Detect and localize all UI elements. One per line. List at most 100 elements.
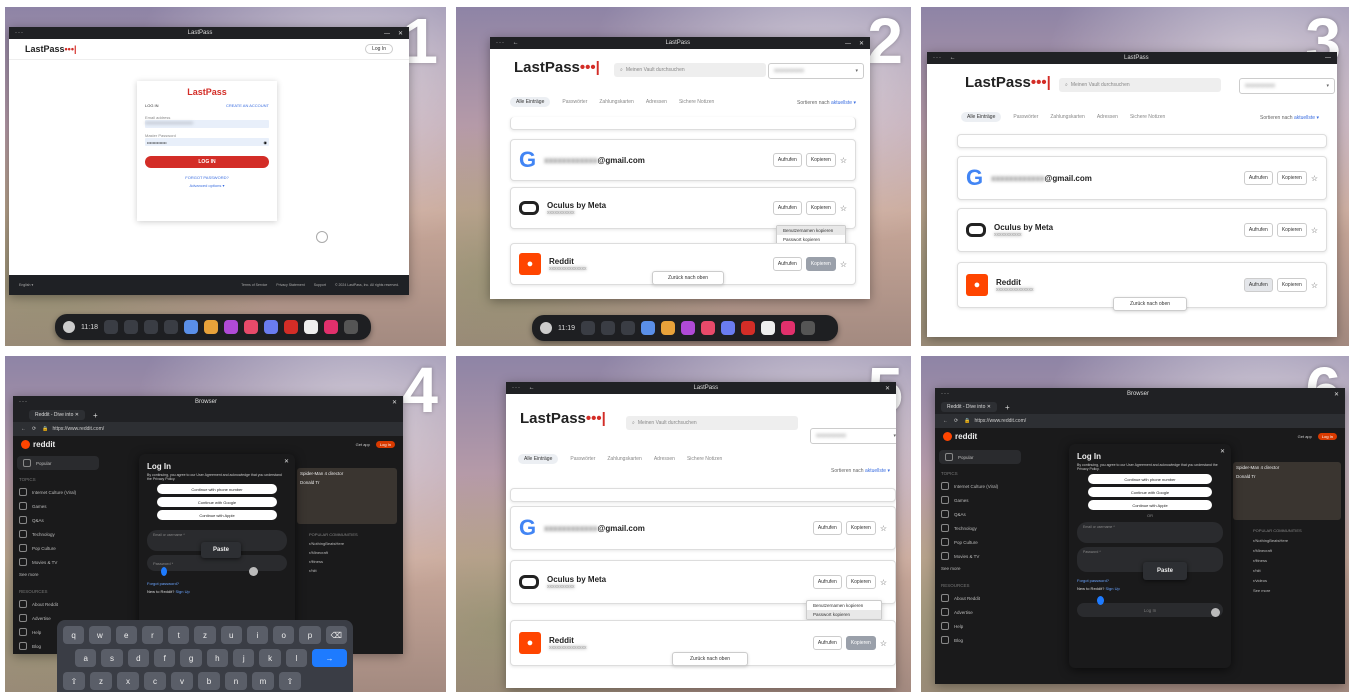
app-icon[interactable] xyxy=(244,320,258,334)
community-item[interactable]: r/fitness xyxy=(1253,558,1341,563)
menu-copy-password[interactable]: Passwort kopieren xyxy=(807,610,881,619)
header-login-button[interactable]: Log In xyxy=(365,44,393,54)
sign-up-link[interactable]: Sign Up xyxy=(175,589,189,594)
more-icon[interactable]: ··· xyxy=(15,30,24,36)
continue-phone-button[interactable]: Continue with phone number xyxy=(1088,474,1212,484)
topic-item[interactable]: Internet Culture (Viral) xyxy=(13,485,103,499)
key-s[interactable]: s xyxy=(101,649,123,667)
language-select[interactable]: English ▾ xyxy=(19,283,33,287)
new-tab-icon[interactable]: + xyxy=(93,411,98,420)
vault-entry-google[interactable]: G xxxxxxxxxxxx@gmail.com Aufrufen Kopier… xyxy=(510,139,856,181)
topic-item[interactable]: Technology xyxy=(935,521,1025,535)
more-icon[interactable]: ··· xyxy=(512,385,521,391)
account-menu[interactable]: xxxxxxxxxxxx ▾ xyxy=(1239,78,1335,94)
star-icon[interactable]: ☆ xyxy=(840,204,847,213)
key-v[interactable]: v xyxy=(171,672,193,690)
slider-knob[interactable] xyxy=(249,567,258,576)
community-item[interactable]: r/Minecraft xyxy=(1253,548,1341,553)
get-app-button[interactable]: Get app xyxy=(356,442,370,447)
key-m[interactable]: m xyxy=(252,672,274,690)
close-icon[interactable]: ✕ xyxy=(398,31,403,37)
see-more-link[interactable]: See more xyxy=(935,563,1025,574)
key-g[interactable]: g xyxy=(180,649,202,667)
key-r[interactable]: r xyxy=(141,626,164,644)
advanced-options[interactable]: Advanced options ▾ xyxy=(145,183,269,188)
star-icon[interactable]: ☆ xyxy=(1311,174,1318,183)
modal-close-icon[interactable]: ✕ xyxy=(1220,448,1225,455)
reddit-logo[interactable]: reddit xyxy=(955,432,977,441)
modal-close-icon[interactable]: ✕ xyxy=(284,458,289,465)
community-item[interactable]: r/hiit xyxy=(309,568,399,573)
back-to-top-button[interactable]: Zurück nach oben xyxy=(1113,297,1187,311)
vault-entry-google[interactable]: G xxxxxxxxxxxx@gmail.com Aufrufen Kopier… xyxy=(510,506,896,550)
nav-popular[interactable]: Popular xyxy=(17,456,99,470)
key-z[interactable]: z xyxy=(194,626,216,644)
topic-item[interactable]: Technology xyxy=(13,527,103,541)
community-item[interactable]: r/NothingBeatsHere xyxy=(1253,538,1341,543)
tab-login[interactable]: LOG IN xyxy=(145,103,159,108)
grid-icon[interactable] xyxy=(344,320,358,334)
new-tab-icon[interactable]: + xyxy=(1005,403,1010,412)
star-icon[interactable]: ☆ xyxy=(880,578,887,587)
back-to-top-button[interactable]: Zurück nach oben xyxy=(652,271,724,285)
tab-secure-notes[interactable]: Sichere Notizen xyxy=(679,99,714,105)
app-icon[interactable] xyxy=(144,320,158,334)
copy-button[interactable]: Kopieren xyxy=(845,521,876,535)
back-icon[interactable]: ← xyxy=(950,55,956,61)
topic-item[interactable]: Games xyxy=(935,493,1025,507)
login-submit-button[interactable]: LOG IN xyxy=(145,156,269,168)
more-icon[interactable]: ··· xyxy=(933,55,942,61)
key-i[interactable]: i xyxy=(246,626,269,644)
browser-tab[interactable]: Reddit - Dive into ✕ xyxy=(941,402,997,412)
vault-entry-oculus[interactable]: Oculus by Meta xxxxxxxxxxx Aufrufen Kopie… xyxy=(957,208,1327,252)
app-icon[interactable] xyxy=(601,321,615,335)
resource-item[interactable]: Help xyxy=(935,619,1025,633)
topic-item[interactable]: Pop Culture xyxy=(935,535,1025,549)
resource-item[interactable]: About Reddit xyxy=(935,591,1025,605)
key-e[interactable]: e xyxy=(115,626,137,644)
open-button[interactable]: Aufrufen xyxy=(812,575,842,589)
community-item[interactable]: r/videos xyxy=(1253,578,1341,583)
get-app-button[interactable]: Get app xyxy=(1298,434,1312,439)
topic-item[interactable]: Movies & TV xyxy=(935,549,1025,563)
community-item[interactable]: r/NothingBeatsHere xyxy=(309,541,399,546)
open-button[interactable]: Aufrufen xyxy=(772,153,802,167)
app-icon[interactable] xyxy=(761,321,775,335)
key-h[interactable]: h xyxy=(206,649,229,667)
shift-key[interactable]: ⇧ xyxy=(63,672,85,690)
lastpass-app-icon[interactable] xyxy=(741,321,755,335)
back-icon[interactable]: ← xyxy=(529,385,535,391)
instagram-icon[interactable] xyxy=(324,320,338,334)
address-bar[interactable]: ← ⟳ 🔒 https://www.reddit.com/ xyxy=(13,422,403,436)
tab-all-entries[interactable]: Alle Einträge xyxy=(961,112,1002,122)
grid-icon[interactable] xyxy=(801,321,815,335)
key-b[interactable]: b xyxy=(198,672,220,690)
app-icon[interactable] xyxy=(621,321,635,335)
copy-button[interactable]: Kopieren xyxy=(1276,223,1307,237)
paste-popup[interactable]: Paste xyxy=(201,542,241,558)
open-button[interactable]: Aufrufen xyxy=(812,521,842,535)
address-bar[interactable]: ← ⟳ 🔒 https://www.reddit.com/ xyxy=(935,414,1345,428)
vault-entry-oculus[interactable]: Oculus by Meta xxxxxxxxxxx Aufrufen Kopie… xyxy=(510,187,856,229)
close-icon[interactable]: ✕ xyxy=(859,41,864,47)
app-icon[interactable] xyxy=(204,320,218,334)
app-icon[interactable] xyxy=(721,321,735,335)
topic-item[interactable]: Pop Culture xyxy=(13,541,103,555)
key-x[interactable]: x xyxy=(117,672,139,690)
app-icon[interactable] xyxy=(164,320,178,334)
star-icon[interactable]: ☆ xyxy=(840,156,847,165)
minimize-icon[interactable]: — xyxy=(1325,55,1331,61)
key-d[interactable]: d xyxy=(127,649,150,667)
close-icon[interactable]: ✕ xyxy=(1334,392,1339,398)
key-w[interactable]: w xyxy=(89,626,111,644)
key-u[interactable]: u xyxy=(220,626,242,644)
footer-support[interactable]: Support xyxy=(314,283,326,287)
app-icon[interactable] xyxy=(264,320,278,334)
tab-payment-cards[interactable]: Zahlungskarten xyxy=(1050,114,1084,120)
topic-item[interactable]: Q&As xyxy=(935,507,1025,521)
browser-tab[interactable]: Reddit - Dive into ✕ xyxy=(29,410,85,420)
forgot-password-link[interactable]: Forgot password? xyxy=(147,581,287,586)
resource-item[interactable]: Advertise xyxy=(935,605,1025,619)
community-item[interactable]: r/fitness xyxy=(309,559,399,564)
app-icon[interactable] xyxy=(304,320,318,334)
